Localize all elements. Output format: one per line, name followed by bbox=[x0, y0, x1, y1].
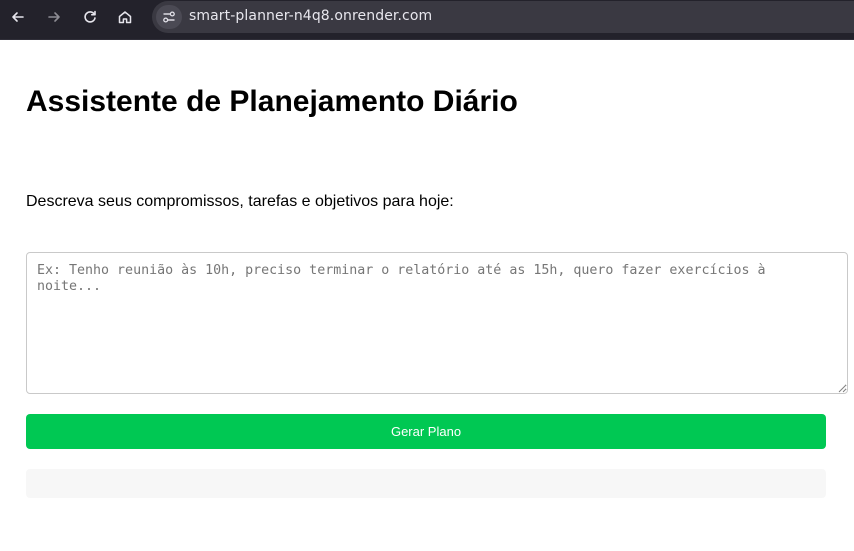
page-title: Assistente de Planejamento Diário bbox=[26, 85, 518, 118]
plan-input[interactable] bbox=[26, 252, 848, 394]
site-info-button[interactable] bbox=[156, 5, 182, 29]
result-panel bbox=[26, 469, 826, 498]
arrow-left-icon bbox=[12, 12, 24, 22]
reload-icon bbox=[84, 10, 96, 23]
home-button[interactable] bbox=[111, 4, 139, 30]
url-text[interactable]: smart-planner-n4q8.onrender.com bbox=[189, 8, 432, 24]
generate-plan-button[interactable]: Gerar Plano bbox=[26, 414, 826, 449]
prompt-label: Descreva seus compromissos, tarefas e ob… bbox=[26, 193, 454, 210]
home-icon bbox=[118, 11, 132, 24]
arrow-right-icon bbox=[48, 12, 60, 22]
browser-toolbar: smart-planner-n4q8.onrender.com bbox=[0, 0, 854, 40]
back-button[interactable] bbox=[4, 4, 32, 30]
forward-button[interactable] bbox=[40, 4, 68, 30]
site-settings-icon bbox=[163, 11, 175, 23]
reload-button[interactable] bbox=[76, 4, 104, 30]
